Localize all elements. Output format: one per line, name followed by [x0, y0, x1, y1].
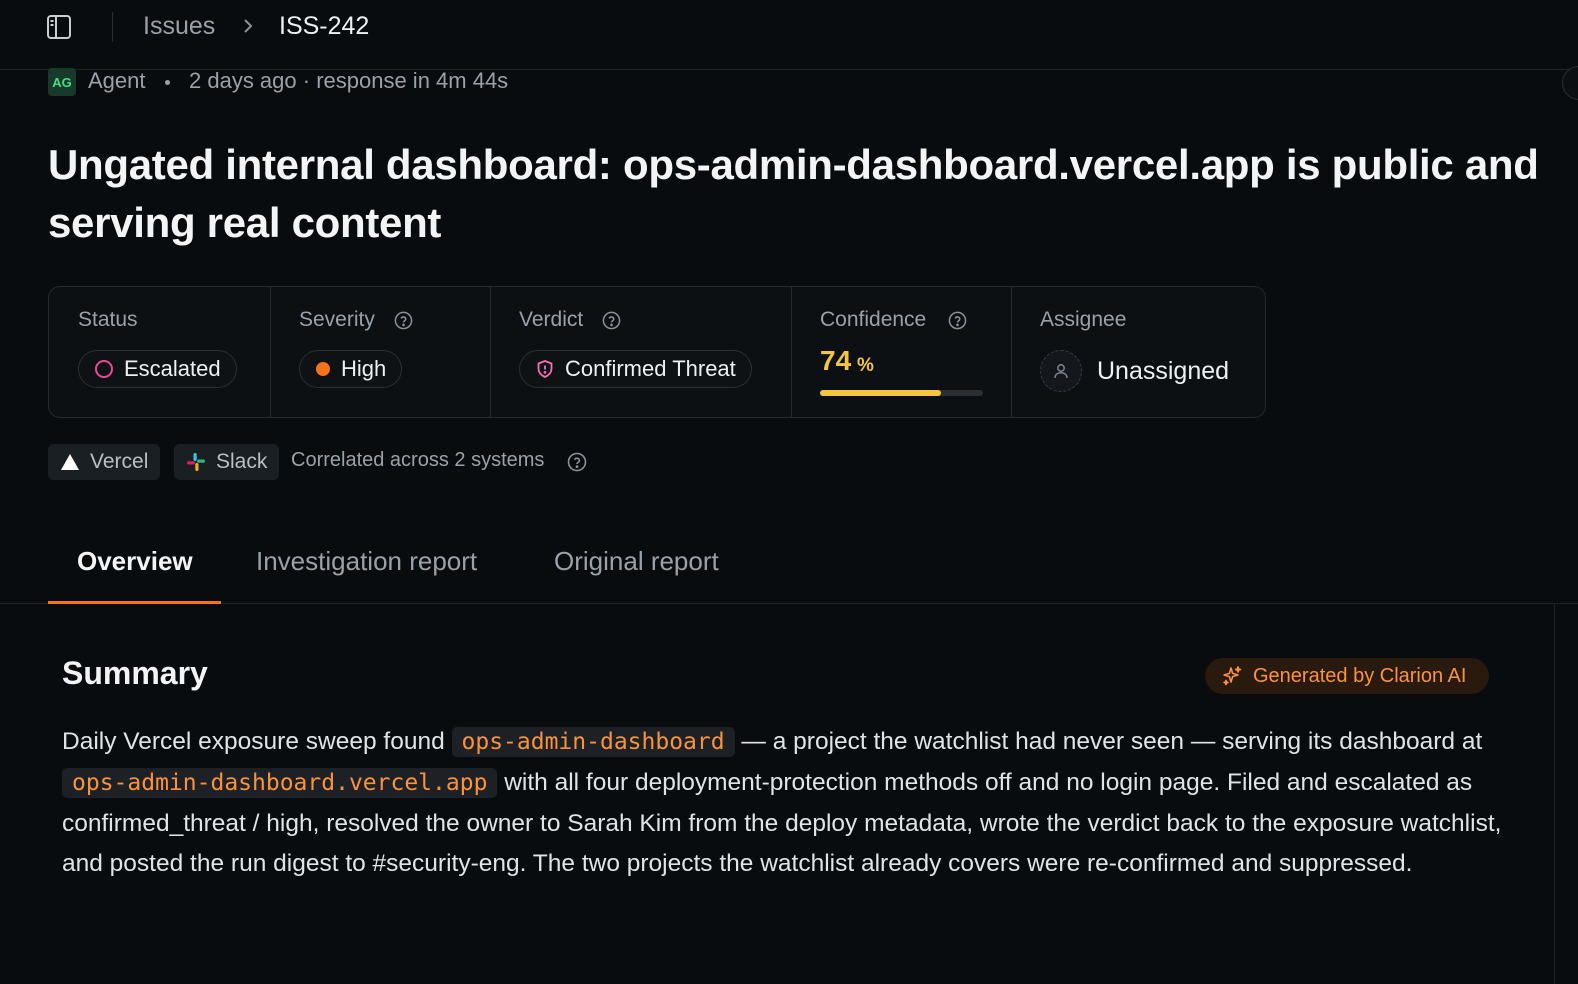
status-label: Status	[78, 308, 138, 331]
vercel-triangle-icon	[61, 454, 79, 470]
breadcrumb-issues-link[interactable]: Issues	[143, 12, 215, 41]
confidence-bar	[820, 390, 983, 396]
ai-generated-badge[interactable]: Generated by Clarion AI	[1205, 658, 1489, 694]
tabs-divider	[0, 603, 1578, 604]
user-icon[interactable]	[1040, 350, 1082, 392]
correlated-text: Correlated across 2 systems	[291, 449, 545, 471]
side-panel-handle[interactable]	[1562, 66, 1578, 100]
tab-overview[interactable]: Overview	[77, 546, 193, 577]
author-name: Agent	[88, 68, 146, 93]
confidence-help-icon[interactable]	[948, 311, 967, 330]
severity-value: High	[341, 356, 387, 381]
summary-title: Summary	[62, 655, 208, 691]
verdict-pill[interactable]: Confirmed Threat	[519, 350, 752, 388]
shield-icon	[537, 360, 553, 378]
summary-text-part: — a project the watchlist had never seen…	[734, 728, 1483, 755]
severity-pill[interactable]: High	[299, 350, 403, 388]
meta-separator-dot	[165, 80, 170, 85]
source-chip-slack[interactable]: Slack	[174, 444, 280, 480]
source-chip-vercel[interactable]: Vercel	[48, 444, 161, 480]
slack-icon	[187, 453, 205, 471]
severity-label: Severity	[299, 308, 375, 331]
assignee-label: Assignee	[1040, 308, 1127, 331]
active-tab-indicator	[48, 601, 221, 604]
page-title: Ungated internal dashboard: ops-admin-da…	[48, 141, 1539, 246]
severity-dot-icon	[316, 362, 330, 376]
ai-badge-label: Generated by Clarion AI	[1253, 664, 1467, 687]
summary-text: Daily Vercel exposure sweep found ops-ad…	[62, 722, 1522, 885]
severity-help-icon[interactable]	[394, 311, 413, 330]
assignee-property: Assignee Unassigned	[1011, 287, 1265, 417]
topbar-divider	[112, 12, 113, 42]
verdict-label: Verdict	[519, 308, 584, 331]
code-project-name: ops-admin-dashboard	[451, 727, 735, 757]
confidence-value: 74	[820, 345, 852, 376]
properties-card: Status Escalated Severity High Verdict C…	[48, 286, 1266, 418]
confidence-bar-fill	[820, 390, 941, 396]
correlated-help-icon[interactable]	[567, 452, 587, 472]
source-chip-label: Vercel	[90, 450, 149, 473]
verdict-help-icon[interactable]	[602, 311, 621, 330]
chevron-right-icon	[240, 16, 256, 36]
code-project-url: ops-admin-dashboard.vercel.app	[62, 767, 498, 798]
agent-avatar: AG	[48, 68, 76, 96]
status-property: Status Escalated	[49, 287, 270, 417]
summary-text-part: Daily Vercel exposure sweep found	[62, 728, 452, 755]
confidence-property: Confidence 74 %	[791, 287, 1011, 417]
tab-investigation-report[interactable]: Investigation report	[256, 546, 477, 577]
tab-original-report[interactable]: Original report	[554, 546, 719, 577]
breadcrumb-current: ISS-242	[279, 12, 370, 40]
source-chip-label: Slack	[216, 450, 268, 473]
top-bar: Issues ISS-242	[0, 0, 1578, 70]
panel-border	[1554, 604, 1555, 984]
sparkles-icon	[1223, 666, 1242, 686]
confidence-label: Confidence	[820, 308, 927, 331]
status-circle-icon	[95, 360, 113, 378]
status-value: Escalated	[124, 356, 221, 381]
verdict-property: Verdict Confirmed Threat	[490, 287, 791, 417]
severity-property: Severity High	[270, 287, 490, 417]
sidebar-toggle-icon[interactable]	[46, 14, 72, 40]
verdict-value: Confirmed Threat	[565, 356, 736, 381]
status-pill[interactable]: Escalated	[78, 350, 237, 388]
confidence-unit: %	[857, 355, 874, 376]
assignee-value[interactable]: Unassigned	[1097, 357, 1229, 386]
meta-timestamp: 2 days ago · response in 4m 44s	[189, 68, 509, 93]
